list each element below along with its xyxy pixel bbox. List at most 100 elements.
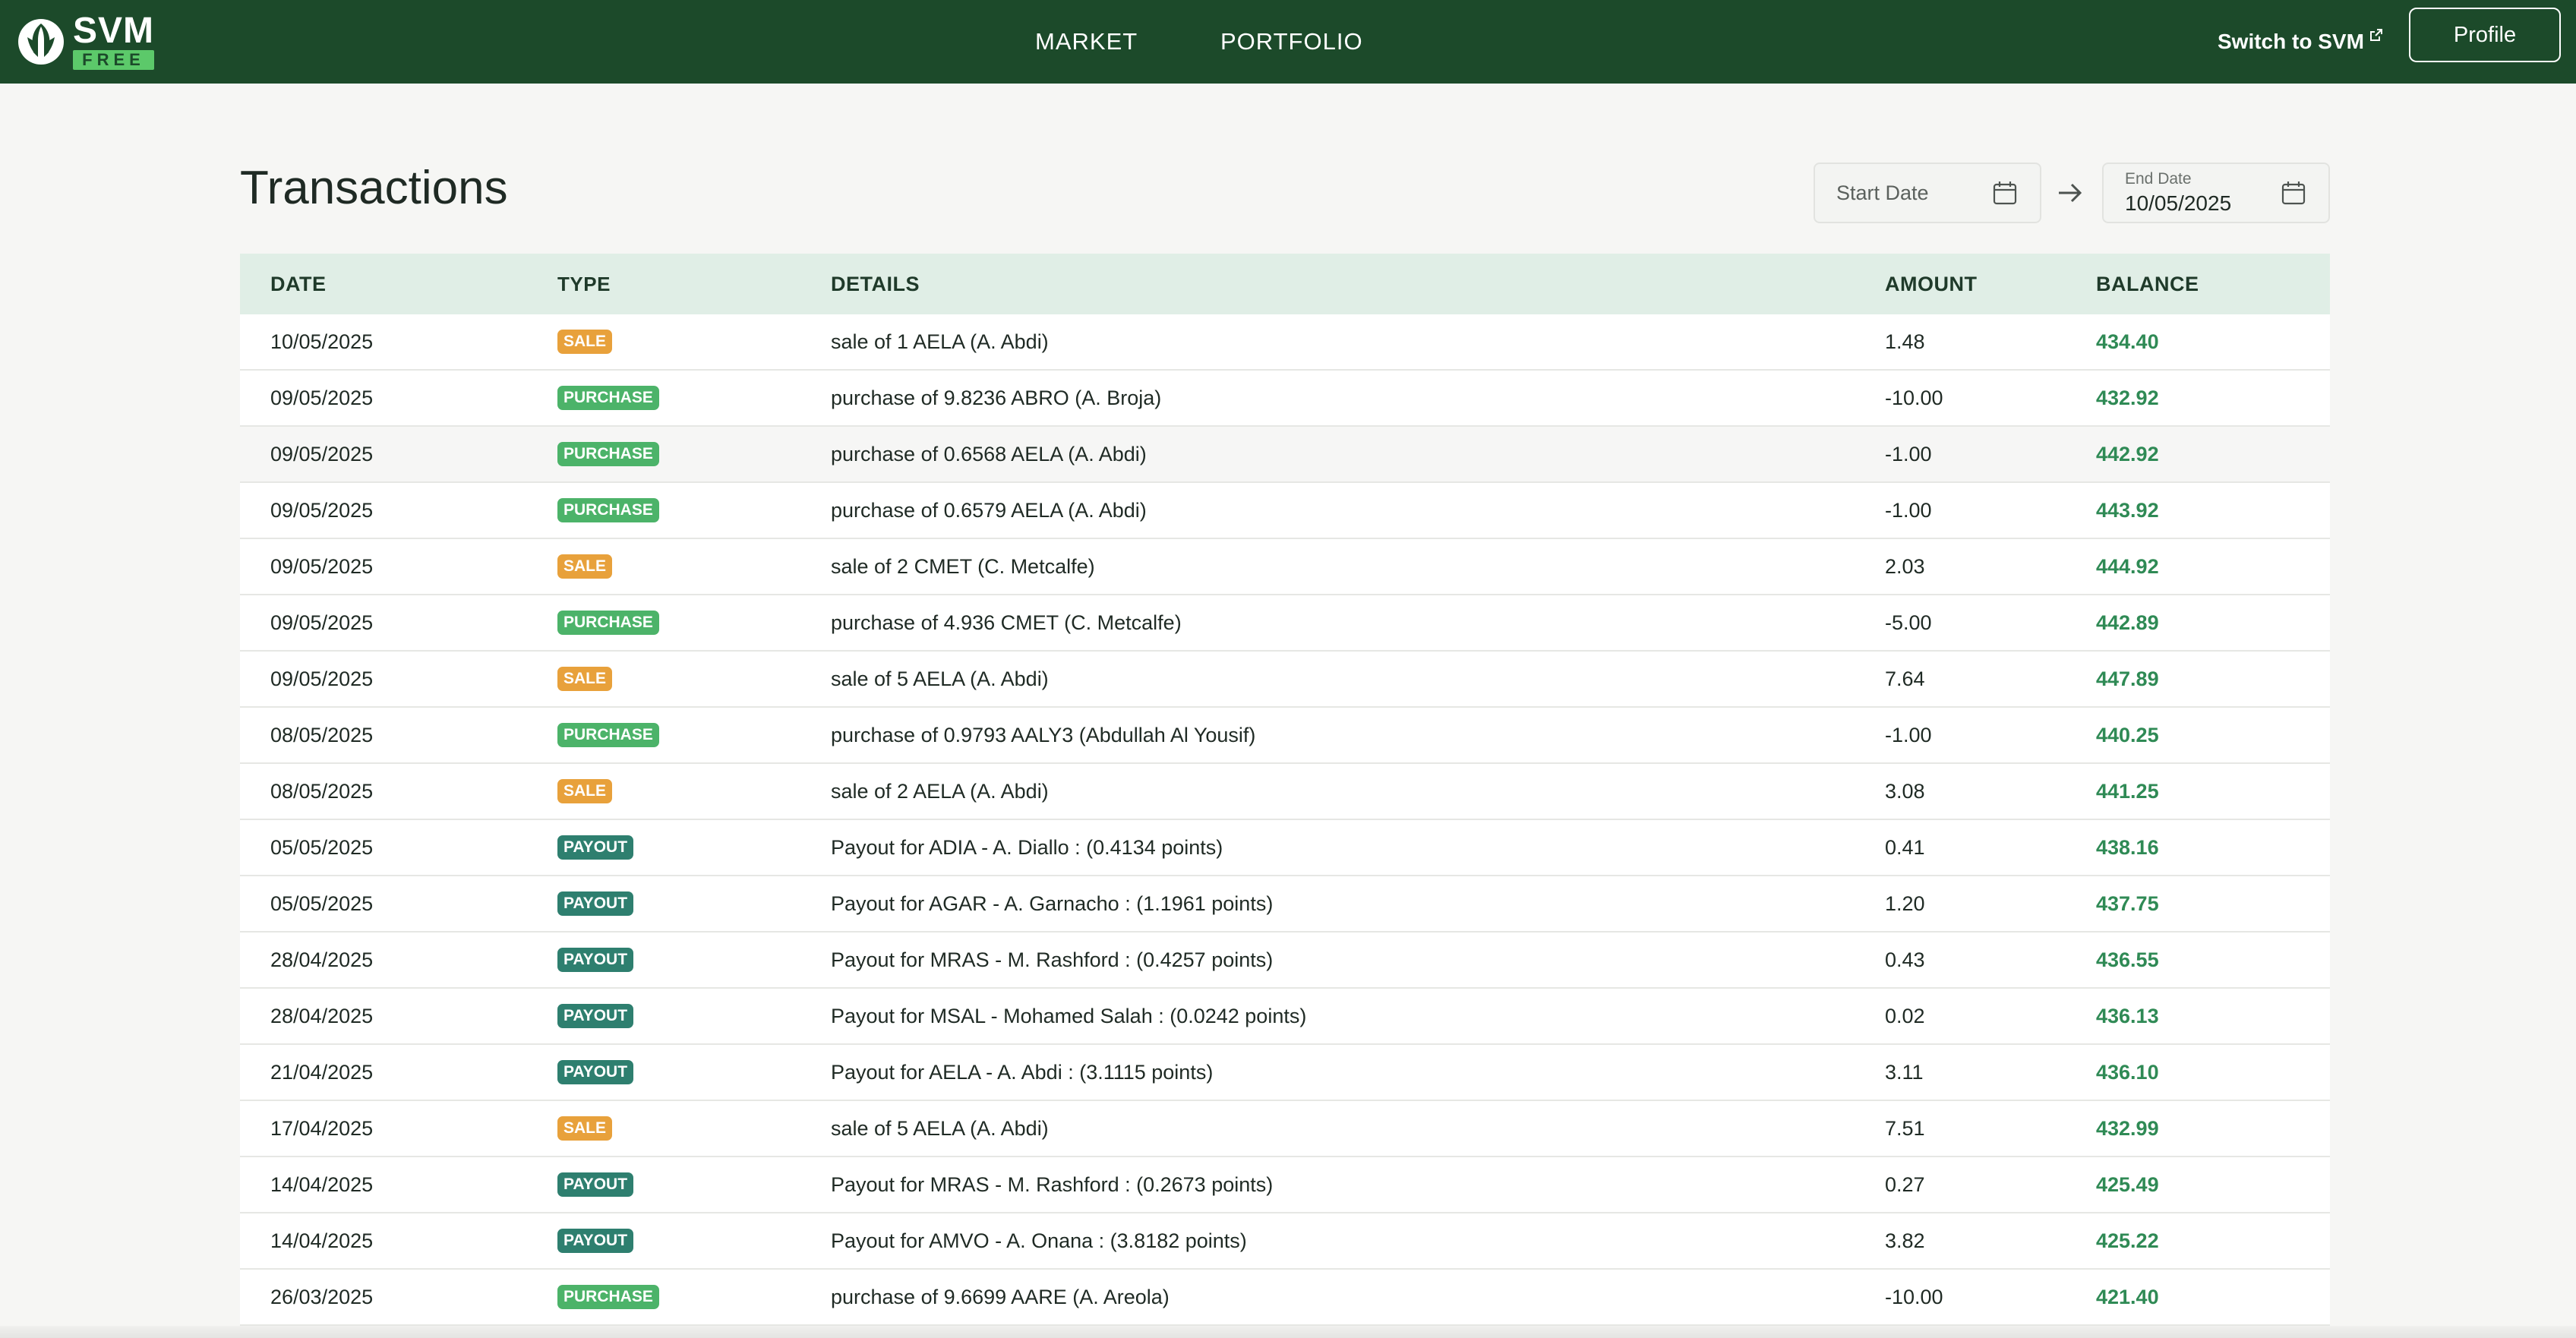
row-details: purchase of 0.6579 AELA (A. Abdi) (831, 498, 1147, 522)
row-balance: 437.75 (2096, 891, 2159, 915)
row-balance: 442.89 (2096, 611, 2159, 634)
shield-logo-icon (18, 19, 64, 65)
row-details: Payout for MRAS - M. Rashford : (0.2673 … (831, 1172, 1274, 1196)
row-date: 09/05/2025 (270, 554, 374, 578)
row-balance: 425.49 (2096, 1172, 2159, 1196)
end-date-value: 10/05/2025 (2125, 191, 2232, 215)
row-type-cell: PAYOUT (557, 1229, 831, 1253)
row-details: Payout for ADIA - A. Diallo : (0.4134 po… (831, 835, 1223, 859)
type-badge: PURCHASE (557, 498, 659, 522)
table-row: 09/05/2025 SALE sale of 2 CMET (C. Metcalf… (240, 539, 2330, 595)
row-amount: 0.43 (1885, 948, 1925, 971)
row-amount: 0.41 (1885, 835, 1925, 859)
row-amount: -1.00 (1885, 442, 1932, 465)
type-badge: PAYOUT (557, 891, 634, 916)
row-type-cell: PURCHASE (557, 498, 831, 522)
row-balance: 425.22 (2096, 1229, 2159, 1252)
row-date: 09/05/2025 (270, 611, 374, 634)
table-row: 17/04/2025 SALE sale of 5 AELA (A. Abdi) 7.… (240, 1101, 2330, 1157)
row-type-cell: PAYOUT (557, 891, 831, 916)
table-row: 14/04/2025 PAYOUT Payout for AMVO - A. Ona… (240, 1213, 2330, 1270)
row-type-cell: PURCHASE (557, 1285, 831, 1309)
transactions-table: DATE TYPE DETAILS AMOUNT BALANCE 10/05/2… (240, 254, 2330, 1326)
type-badge: PURCHASE (557, 386, 659, 410)
end-date-field: End Date 10/05/2025 (2125, 170, 2280, 216)
type-badge: PURCHASE (557, 723, 659, 747)
row-date: 05/05/2025 (270, 835, 374, 859)
row-details: sale of 1 AELA (A. Abdi) (831, 330, 1049, 353)
row-amount: -1.00 (1885, 498, 1932, 522)
column-header-date[interactable]: DATE (240, 273, 557, 296)
type-badge: SALE (557, 667, 613, 691)
row-amount: 7.64 (1885, 667, 1925, 690)
switch-to-svm-label: Switch to SVM (2218, 30, 2364, 53)
type-badge: PURCHASE (557, 442, 659, 466)
column-header-type[interactable]: TYPE (557, 273, 831, 296)
row-amount: 3.11 (1885, 1060, 1924, 1084)
row-type-cell: SALE (557, 779, 831, 803)
row-type-cell: PAYOUT (557, 948, 831, 972)
row-type-cell: PURCHASE (557, 386, 831, 410)
type-badge: PURCHASE (557, 611, 659, 635)
row-balance: 444.92 (2096, 554, 2159, 578)
table-row: 28/04/2025 PAYOUT Payout for MSAL - Mohame… (240, 989, 2330, 1045)
row-amount: -5.00 (1885, 611, 1932, 634)
type-badge: PAYOUT (557, 835, 634, 860)
row-amount: -1.00 (1885, 723, 1932, 746)
logo-free-badge: FREE (73, 50, 154, 70)
type-badge: SALE (557, 554, 613, 579)
row-balance: 440.25 (2096, 723, 2159, 746)
type-badge: SALE (557, 779, 613, 803)
profile-button[interactable]: Profile (2409, 8, 2561, 62)
type-badge: PAYOUT (557, 1060, 634, 1084)
row-type-cell: PURCHASE (557, 442, 831, 466)
row-balance: 421.40 (2096, 1285, 2159, 1308)
type-badge: PAYOUT (557, 1004, 634, 1028)
row-balance: 432.99 (2096, 1116, 2159, 1140)
nav-market[interactable]: MARKET (1035, 0, 1138, 84)
top-navbar: SVM FREE MARKET PORTFOLIO Switch to SVM … (0, 0, 2576, 84)
row-balance: 441.25 (2096, 779, 2159, 803)
row-amount: 3.08 (1885, 779, 1925, 803)
row-amount: -10.00 (1885, 386, 1943, 409)
row-date: 10/05/2025 (270, 330, 374, 353)
row-details: Payout for AGAR - A. Garnacho : (1.1961 … (831, 891, 1274, 915)
row-balance: 436.10 (2096, 1060, 2159, 1084)
table-row: 09/05/2025 PURCHASE purchase of 0.6579 AEL… (240, 483, 2330, 539)
row-balance: 436.55 (2096, 948, 2159, 971)
switch-to-svm-link[interactable]: Switch to SVM (2218, 0, 2384, 84)
end-date-picker[interactable]: End Date 10/05/2025 (2102, 163, 2330, 223)
bottom-edge (0, 1326, 2576, 1338)
svm-logo[interactable]: SVM FREE (17, 8, 154, 76)
row-details: sale of 5 AELA (A. Abdi) (831, 667, 1049, 690)
column-header-details[interactable]: DETAILS (831, 273, 1885, 296)
start-date-placeholder: Start Date (1836, 181, 1929, 204)
row-details: purchase of 4.936 CMET (C. Metcalfe) (831, 611, 1182, 634)
row-date: 08/05/2025 (270, 723, 374, 746)
row-type-cell: PAYOUT (557, 1060, 831, 1084)
type-badge: SALE (557, 330, 613, 354)
row-details: purchase of 9.8236 ABRO (A. Broja) (831, 386, 1162, 409)
column-header-amount[interactable]: AMOUNT (1885, 273, 2096, 296)
row-date: 09/05/2025 (270, 667, 374, 690)
start-date-picker[interactable]: Start Date (1814, 163, 2041, 223)
row-date: 28/04/2025 (270, 948, 374, 971)
nav-portfolio[interactable]: PORTFOLIO (1220, 0, 1363, 84)
row-balance: 447.89 (2096, 667, 2159, 690)
row-amount: 1.20 (1885, 891, 1925, 915)
row-balance: 442.92 (2096, 442, 2159, 465)
row-balance: 436.13 (2096, 1004, 2159, 1027)
arrow-right-icon (2059, 183, 2082, 203)
table-row: 09/05/2025 SALE sale of 5 AELA (A. Abdi) 7.… (240, 652, 2330, 708)
table-row: 21/04/2025 PAYOUT Payout for AELA - A. Abd… (240, 1045, 2330, 1101)
row-type-cell: SALE (557, 330, 831, 354)
row-details: sale of 5 AELA (A. Abdi) (831, 1116, 1049, 1140)
logo-wordmark: SVM FREE (73, 13, 154, 70)
row-details: Payout for MRAS - M. Rashford : (0.4257 … (831, 948, 1274, 971)
column-header-balance[interactable]: BALANCE (2096, 273, 2324, 296)
row-type-cell: PURCHASE (557, 611, 831, 635)
table-row: 05/05/2025 PAYOUT Payout for ADIA - A. Dia… (240, 820, 2330, 876)
table-row: 08/05/2025 SALE sale of 2 AELA (A. Abdi) 3.… (240, 764, 2330, 820)
type-badge: PURCHASE (557, 1285, 659, 1309)
table-row: 09/05/2025 PURCHASE purchase of 4.936 CMET… (240, 595, 2330, 652)
